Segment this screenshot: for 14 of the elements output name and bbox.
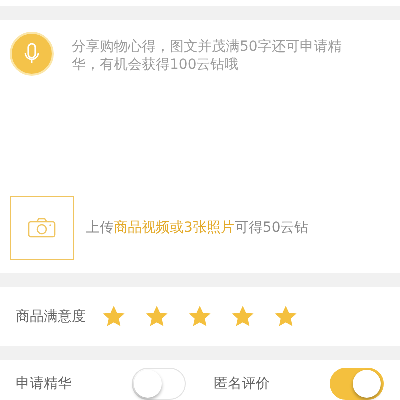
toggle-switch[interactable] [132, 368, 186, 400]
star-icon[interactable] [231, 305, 255, 328]
option-label: 匿名评价 [214, 375, 270, 393]
toggle-switch[interactable] [330, 368, 384, 400]
rating-label: 商品满意度 [16, 308, 86, 326]
star-icon[interactable] [102, 305, 126, 328]
option-label: 申请精华 [16, 375, 72, 393]
star-icon[interactable] [188, 305, 212, 328]
photo-upload-button[interactable] [10, 196, 74, 260]
star-icon[interactable] [274, 305, 298, 328]
microphone-icon[interactable] [10, 32, 54, 76]
star-icon[interactable] [145, 305, 169, 328]
upload-hint: 上传商品视频或3张照片可得50云钻 [86, 219, 309, 237]
camera-icon [28, 218, 56, 238]
